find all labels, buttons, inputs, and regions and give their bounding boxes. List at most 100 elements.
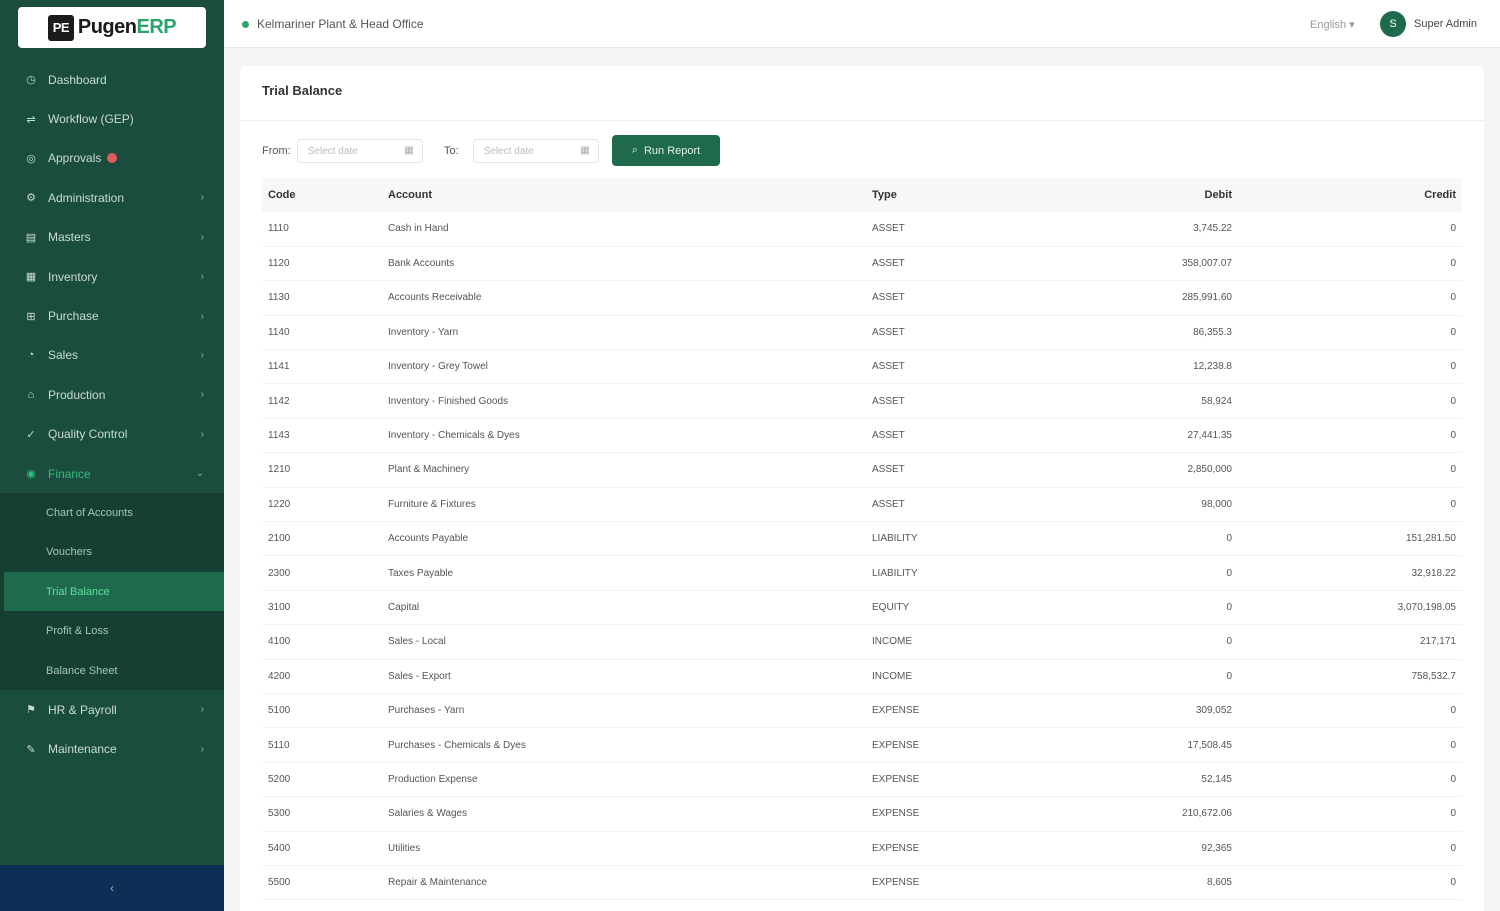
from-date-input[interactable]: Select date ▦ [296,139,423,163]
table-row[interactable]: 5100 Purchases - Yarn EXPENSE 309,052 0 [262,693,1462,729]
sidebar-item-masters[interactable]: ▤ Masters › [0,218,224,257]
cell-debit: 0 [1066,521,1238,557]
sidebar-item-label: Dashboard [48,72,107,87]
to-date-input[interactable]: Select date ▦ [472,139,599,163]
trial-balance-card: Trial Balance From : Select date ▦ To : … [240,66,1484,911]
sidebar-item-production[interactable]: ⌂ Production › [0,375,224,414]
cell-code: 1120 [262,246,382,282]
table-row[interactable]: 5500 Repair & Maintenance EXPENSE 8,605 0 [262,865,1462,901]
sidebar-item-label: Sales [48,348,79,363]
table-row[interactable]: 1140 Inventory - Yarn ASSET 86,355.3 0 [262,315,1462,351]
sidebar-item-finance[interactable]: ◉ Finance ⌄ [0,454,224,493]
table-row[interactable]: 1142 Inventory - Finished Goods ASSET 58,92… [262,383,1462,419]
workflow-icon: ⇌ [26,113,36,126]
cell-code: 5400 [262,831,382,866]
sidebar-item-dashboard[interactable]: ◷ Dashboard [0,60,224,99]
sidebar-item-quality-control[interactable]: ✓ Quality Control › [0,415,224,454]
company-selector[interactable]: Kelmariner Plant & Head Office [242,17,424,31]
sidebar-item-hr-payroll[interactable]: ⚑ HR & Payroll › [0,690,224,729]
cell-type: ASSET [866,383,1066,419]
cell-debit: 92,365 [1066,831,1238,866]
sidebar-item-sales[interactable]: ◔ Sales › [0,336,224,375]
sidebar-subitem-balance-sheet[interactable]: Balance Sheet [0,651,224,690]
chevron-right-icon: › [200,192,204,204]
cell-credit: 0 [1238,831,1462,866]
cell-code: 1142 [262,383,382,419]
table-row[interactable]: 5400 Utilities EXPENSE 92,365 0 [262,831,1462,866]
table-row[interactable]: 3100 Capital EQUITY 0 3,070,198.05 [262,590,1462,626]
sidebar-item-maintenance[interactable]: ✎ Maintenance › [0,730,224,769]
sidebar-item-workflow[interactable]: ⇌ Workflow (GEP) [0,99,224,138]
table-row[interactable]: 1110 Cash in Hand ASSET 3,745.22 0 [262,212,1462,247]
cell-credit: 758,532.7 [1238,659,1462,694]
table-row[interactable]: 5300 Salaries & Wages EXPENSE 210,672.06 0 [262,796,1462,832]
run-report-button[interactable]: ⌕ Run Report [612,135,720,166]
sidebar-subitem-chart-of-accounts[interactable]: Chart of Accounts [0,493,224,532]
column-header-type[interactable]: Type [866,178,1066,212]
maintenance-icon: ✎ [26,743,36,756]
chevron-down-icon: ⌄ [195,468,204,480]
brand-logo[interactable]: PE Pugen ERP [18,7,206,48]
calendar-icon[interactable]: ▦ [404,145,413,156]
cell-account: Inventory - Finished Goods [382,383,866,419]
logo-text-primary: Pugen [77,16,137,38]
table-row[interactable]: 5200 Production Expense EXPENSE 52,145 0 [262,762,1462,798]
production-icon: ⌂ [27,388,35,401]
table-row[interactable]: 4100 Sales - Local INCOME 0 217,171 [262,624,1462,660]
chevron-right-icon: › [200,743,204,755]
column-header-credit[interactable]: Credit [1238,178,1462,212]
cell-code: 1210 [262,452,382,488]
sidebar-item-inventory[interactable]: ▦ Inventory › [0,257,224,296]
table-row[interactable]: 1141 Inventory - Grey Towel ASSET 12,238.8 0 [262,349,1462,385]
sidebar-subitem-vouchers[interactable]: Vouchers [0,533,224,572]
language-selector[interactable]: English ▾ [1310,18,1355,31]
avatar[interactable]: S [1380,11,1406,37]
logo-text-accent: ERP [136,16,177,38]
user-name[interactable]: Super Admin [1414,18,1477,30]
table-row[interactable]: 4200 Sales - Export INCOME 0 758,532.7 [262,659,1462,694]
from-filter: From : Select date ▦ [262,136,423,166]
cell-account: Cash in Hand [382,212,866,247]
column-header-code[interactable]: Code [262,178,382,212]
cell-code: 5200 [262,762,382,798]
sidebar-subitem-trial-balance[interactable]: Trial Balance [4,572,224,612]
table-row[interactable]: 1220 Furniture & Fixtures ASSET 98,000 0 [262,487,1462,523]
table-row[interactable]: 5110 Purchases - Chemicals & Dyes EXPENSE 1… [262,727,1462,763]
calendar-icon[interactable]: ▦ [580,145,589,156]
cell-code: 2300 [262,555,382,591]
sidebar-item-label: HR & Payroll [48,702,117,717]
sidebar-item-administration[interactable]: ⚙ Administration › [0,178,224,217]
cell-code: 1140 [262,315,382,351]
cell-type: ASSET [866,349,1066,385]
cell-debit: 17,508.45 [1066,727,1238,763]
cell-credit: 32,918.22 [1238,555,1462,591]
table-row[interactable]: 1143 Inventory - Chemicals & Dyes ASSET 27,… [262,418,1462,454]
cell-credit: 0 [1238,487,1462,523]
column-header-account[interactable]: Account [382,178,866,212]
cell-credit: 3,070,198.05 [1238,590,1462,626]
column-header-debit[interactable]: Debit [1066,178,1238,212]
table-row[interactable]: 1130 Accounts Receivable ASSET 285,991.60 0 [262,280,1462,316]
cell-type: ASSET [866,280,1066,316]
cell-debit: 0 [1066,659,1238,694]
sidebar: PE Pugen ERP ◷ Dashboard ⇌ Workflow (GEP)… [0,0,224,911]
run-report-label: Run Report [643,144,701,157]
sidebar-collapse-button[interactable]: ‹ [0,865,224,911]
cell-debit: 210,672.06 [1066,796,1238,832]
table-row[interactable]: 1210 Plant & Machinery ASSET 2,850,000 0 [262,452,1462,488]
cell-type: EXPENSE [866,762,1066,798]
table-row[interactable]: 1120 Bank Accounts ASSET 358,007.07 0 [262,246,1462,282]
finance-icon: ◉ [26,468,36,481]
table-row[interactable]: 2100 Accounts Payable LIABILITY 0 151,281.50 [262,521,1462,557]
cell-code: 5300 [262,796,382,832]
cell-type: ASSET [866,315,1066,351]
cell-credit: 0 [1238,693,1462,729]
search-icon: ⌕ [631,144,638,156]
sidebar-subitem-profit-loss[interactable]: Profit & Loss [0,611,224,650]
table-row[interactable]: 2300 Taxes Payable LIABILITY 0 32,918.22 [262,555,1462,591]
cell-type: ASSET [866,452,1066,488]
sidebar-item-approvals[interactable]: ◎ Approvals [0,139,224,178]
sidebar-item-purchase[interactable]: ⊞ Purchase › [0,296,224,335]
cell-credit: 0 [1238,418,1462,454]
to-label: To [444,145,456,157]
